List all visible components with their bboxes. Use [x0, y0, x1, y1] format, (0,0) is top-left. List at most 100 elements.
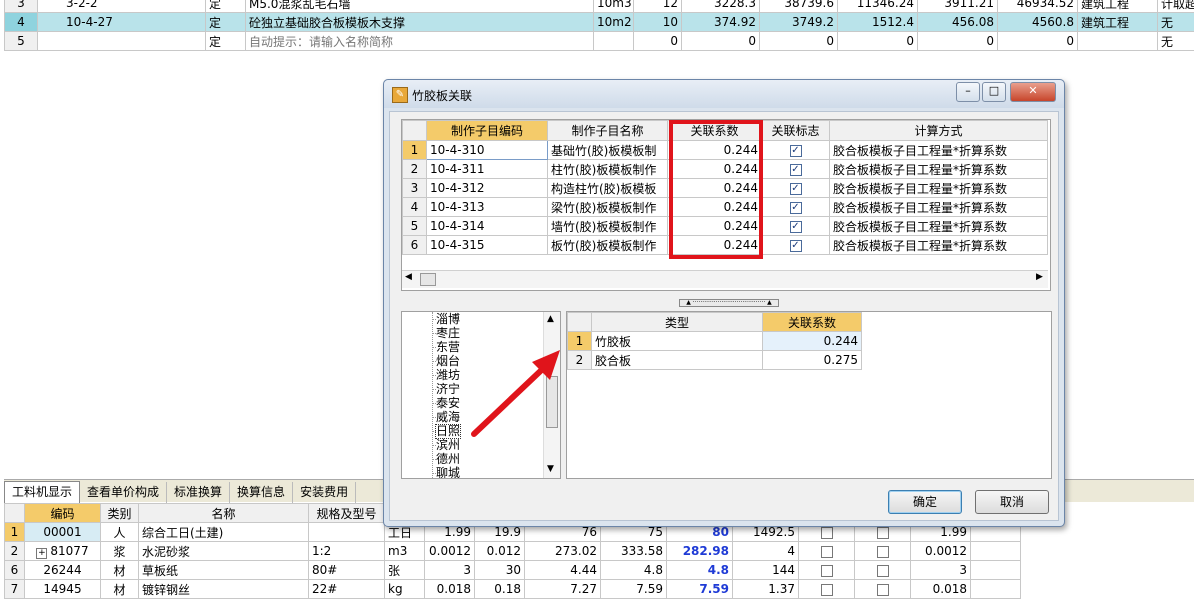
- cell-type[interactable]: 人: [101, 523, 139, 542]
- cell-method[interactable]: 胶合板模板子目工程量*折算系数: [830, 198, 1048, 217]
- flag-cell[interactable]: ✓: [762, 236, 830, 255]
- cell-type[interactable]: 胶合板: [592, 351, 763, 370]
- cell-code[interactable]: 00001: [25, 523, 101, 542]
- cell-idx[interactable]: 2: [403, 160, 427, 179]
- cell-unit[interactable]: 10m2: [594, 13, 634, 32]
- maximize-icon[interactable]: □: [982, 82, 1006, 102]
- cell-name[interactable]: 构造柱竹(胶)板模板: [548, 179, 668, 198]
- cell-c2[interactable]: 0: [760, 32, 838, 51]
- cell-v1[interactable]: 0.0012: [425, 542, 475, 561]
- cell-name[interactable]: 基础竹(胶)板模板制: [548, 141, 668, 160]
- flag-cell[interactable]: ✓: [762, 198, 830, 217]
- cell-v6[interactable]: 144: [733, 561, 799, 580]
- cell-c4[interactable]: 0: [918, 32, 998, 51]
- col-sub-name-header[interactable]: 制作子目名称: [548, 121, 668, 141]
- cell-name[interactable]: M5.0混浆乱毛石墙: [246, 0, 594, 13]
- cell-c3[interactable]: 1512.4: [838, 13, 918, 32]
- cell-v4[interactable]: 7.59: [601, 580, 667, 599]
- col-type-header[interactable]: 类别: [101, 504, 139, 523]
- quota-row[interactable]: 410-4-27定砼独立基础胶合板模板木支撑10m210374.923749.2…: [5, 13, 1194, 32]
- material-row[interactable]: 714945材镀锌钢丝22#kg0.0180.187.277.597.591.3…: [5, 580, 1021, 599]
- col-method-header[interactable]: 计算方式: [830, 121, 1048, 141]
- cell-cat[interactable]: [1078, 32, 1158, 51]
- cell-v7[interactable]: 3: [911, 561, 971, 580]
- cell-type[interactable]: 定: [206, 13, 246, 32]
- cell-qty[interactable]: 0: [634, 32, 682, 51]
- tree-item[interactable]: 泰安: [436, 397, 460, 410]
- cell-c4[interactable]: 3911.21: [918, 0, 998, 13]
- cell-c1[interactable]: 374.92: [682, 13, 760, 32]
- cell-v5[interactable]: 282.98: [667, 542, 733, 561]
- checkbox-checked[interactable]: ✓: [790, 202, 802, 214]
- cancel-button[interactable]: 取消: [975, 490, 1049, 514]
- tab-conversion-info[interactable]: 换算信息: [230, 482, 293, 503]
- cell-v6[interactable]: 1.37: [733, 580, 799, 599]
- cell-code[interactable]: 26244: [25, 561, 101, 580]
- cell-v7[interactable]: 0.0012: [911, 542, 971, 561]
- checkbox-checked[interactable]: ✓: [790, 221, 802, 233]
- cell-name[interactable]: 草板纸: [139, 561, 309, 580]
- cell-idx[interactable]: 1: [403, 141, 427, 160]
- cell-qty[interactable]: 12: [634, 0, 682, 13]
- cell-type[interactable]: 定: [206, 0, 246, 13]
- cell-spec[interactable]: 1:2: [309, 542, 385, 561]
- checkbox[interactable]: [877, 546, 889, 558]
- cell-method[interactable]: 胶合板模板子目工程量*折算系数: [830, 236, 1048, 255]
- tab-material-display[interactable]: 工料机显示: [4, 481, 80, 503]
- horizontal-scrollbar[interactable]: ◀ ▶: [402, 270, 1048, 288]
- checkbox-cell[interactable]: [799, 542, 855, 561]
- cell-unit[interactable]: m3: [385, 542, 425, 561]
- scroll-thumb[interactable]: [420, 273, 436, 286]
- cell-idx[interactable]: 5: [5, 32, 38, 51]
- cell-c2[interactable]: 3749.2: [760, 13, 838, 32]
- tree-item[interactable]: 日照: [436, 425, 460, 438]
- tree-item[interactable]: 淄博: [436, 313, 460, 326]
- cell-c1[interactable]: 3228.3: [682, 0, 760, 13]
- type-row[interactable]: 1竹胶板0.244: [568, 332, 862, 351]
- cell-code[interactable]: [38, 32, 206, 51]
- cell-name[interactable]: 水泥砂浆: [139, 542, 309, 561]
- tree-item[interactable]: 聊城: [436, 467, 460, 479]
- cell-method[interactable]: 胶合板模板子目工程量*折算系数: [830, 141, 1048, 160]
- cell-coef[interactable]: 0.244: [763, 332, 862, 351]
- cell-extra[interactable]: 计取超: [1158, 0, 1194, 13]
- checkbox[interactable]: [821, 565, 833, 577]
- cell-code[interactable]: 3-2-2: [38, 0, 206, 13]
- cell-type[interactable]: 浆: [101, 542, 139, 561]
- cell-v4[interactable]: 4.8: [601, 561, 667, 580]
- scroll-left-icon[interactable]: ◀: [405, 272, 412, 282]
- checkbox[interactable]: [877, 527, 889, 539]
- cell-v3[interactable]: 4.44: [525, 561, 601, 580]
- cell-c5[interactable]: 46934.52: [998, 0, 1078, 13]
- cell-idx[interactable]: 6: [5, 561, 25, 580]
- tree-item[interactable]: 东营: [436, 341, 460, 354]
- cell-c2[interactable]: 38739.6: [760, 0, 838, 13]
- cell-v3[interactable]: 273.02: [525, 542, 601, 561]
- checkbox-checked[interactable]: ✓: [790, 240, 802, 252]
- cell-name[interactable]: 综合工日(土建): [139, 523, 309, 542]
- cell-unit[interactable]: 张: [385, 561, 425, 580]
- dialog-title-bar[interactable]: ✎ 竹胶板关联 – □ ✕: [384, 80, 1064, 108]
- tab-install-fee[interactable]: 安装费用: [293, 482, 356, 503]
- cell-cat[interactable]: 建筑工程: [1078, 13, 1158, 32]
- checkbox-cell[interactable]: [855, 542, 911, 561]
- cell-idx[interactable]: 7: [5, 580, 25, 599]
- quota-row[interactable]: 33-2-2定M5.0混浆乱毛石墙10m3123228.338739.61134…: [5, 0, 1194, 13]
- checkbox-checked[interactable]: ✓: [790, 145, 802, 157]
- cell-spec[interactable]: [309, 523, 385, 542]
- cell-type[interactable]: 竹胶板: [592, 332, 763, 351]
- cell-c4[interactable]: 456.08: [918, 13, 998, 32]
- cell-v1[interactable]: 3: [425, 561, 475, 580]
- cell-method[interactable]: 胶合板模板子目工程量*折算系数: [830, 160, 1048, 179]
- checkbox-cell[interactable]: [799, 561, 855, 580]
- checkbox-checked[interactable]: ✓: [790, 164, 802, 176]
- tree-item[interactable]: 枣庄: [436, 327, 460, 340]
- close-icon[interactable]: ✕: [1010, 82, 1056, 102]
- cell-spec[interactable]: 80#: [309, 561, 385, 580]
- col-spec-header[interactable]: 规格及型号: [309, 504, 385, 523]
- cell-v2[interactable]: 30: [475, 561, 525, 580]
- checkbox-cell[interactable]: [855, 580, 911, 599]
- cell-code[interactable]: 14945: [25, 580, 101, 599]
- cell-name[interactable]: 板竹(胶)板模板制作: [548, 236, 668, 255]
- cell-idx[interactable]: 3: [403, 179, 427, 198]
